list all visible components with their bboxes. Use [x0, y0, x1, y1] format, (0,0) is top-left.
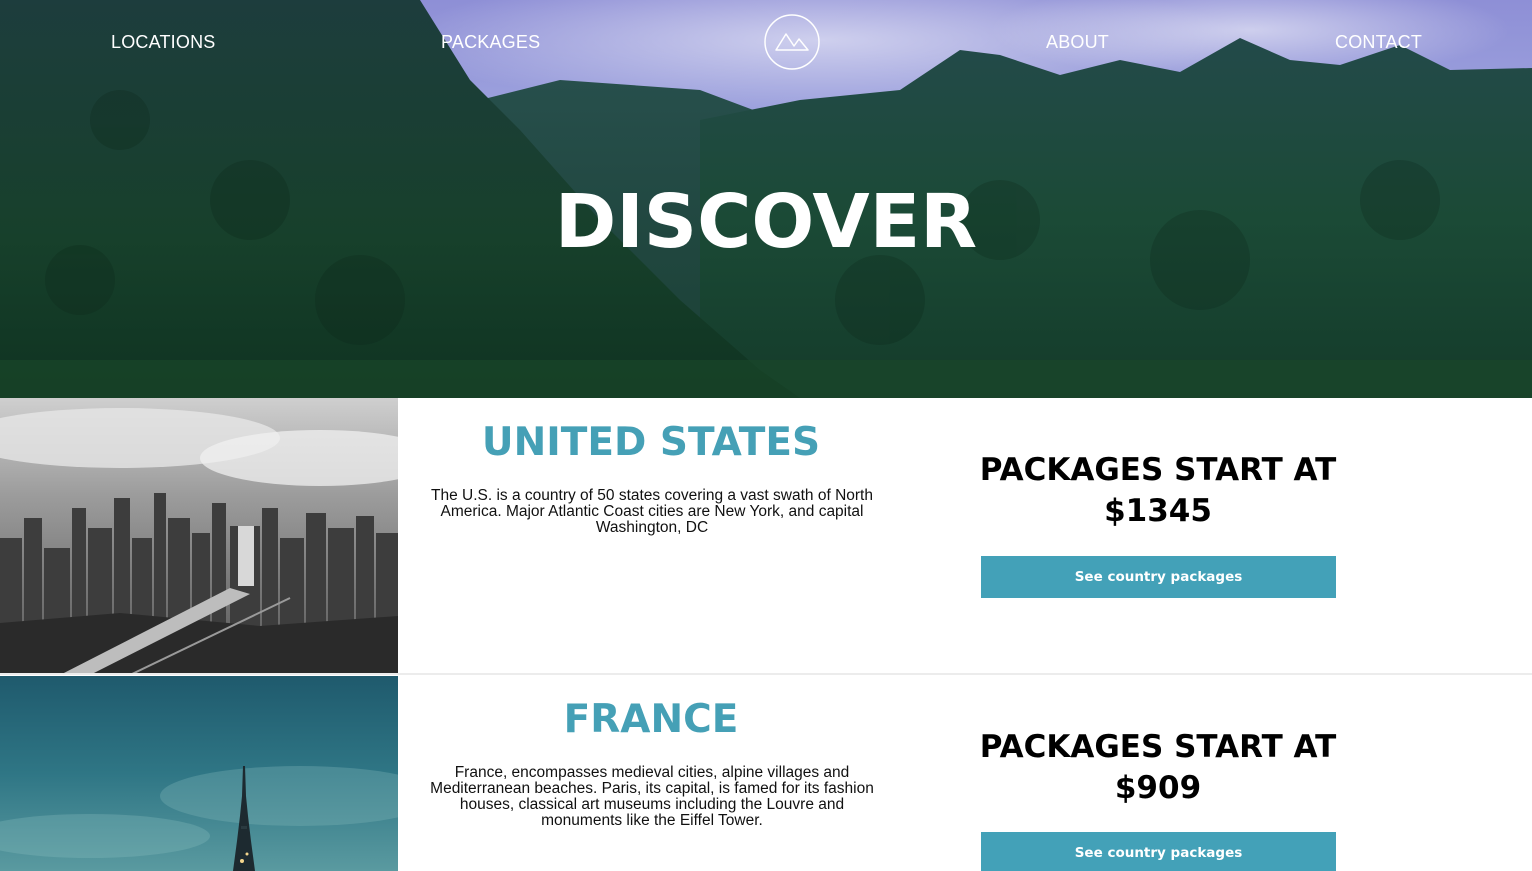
nav-packages-link[interactable]: PACKAGES: [441, 31, 540, 53]
price-heading: PACKAGES START AT $909: [955, 727, 1361, 809]
eiffel-tower-photo: [0, 676, 398, 871]
price-amount: $909: [1114, 770, 1202, 806]
price-prefix: PACKAGES START AT: [979, 452, 1337, 488]
see-country-packages-button[interactable]: See country packages: [981, 556, 1336, 598]
price-prefix: PACKAGES START AT: [979, 729, 1337, 765]
country-description: The U.S. is a country of 50 states cover…: [431, 487, 873, 536]
nav-locations-link[interactable]: LOCATIONS: [111, 31, 215, 53]
hero-title-text: DISCOVER: [554, 178, 978, 265]
price-heading: PACKAGES START AT $1345: [955, 450, 1361, 532]
nav-about-link[interactable]: ABOUT: [1046, 31, 1109, 53]
country-description: France, encompasses medieval cities, alp…: [430, 764, 874, 829]
hero-title: DISCOVER: [0, 176, 1532, 268]
country-name: FRANCE: [563, 697, 739, 742]
nav-contact-link[interactable]: CONTACT: [1335, 31, 1422, 53]
country-card-united-states: UNITED STATES The U.S. is a country of 5…: [0, 398, 1532, 675]
price-amount: $1345: [1104, 493, 1212, 529]
hero-section: LOCATIONS PACKAGES ABOUT CONTACT DISCOVE…: [0, 0, 1532, 398]
country-card-france: FRANCE France, encompasses medieval citi…: [0, 676, 1532, 871]
country-name: UNITED STATES: [481, 420, 821, 465]
city-skyline-photo: [0, 398, 398, 673]
mountain-logo-icon[interactable]: [764, 14, 820, 70]
see-country-packages-button[interactable]: See country packages: [981, 832, 1336, 871]
